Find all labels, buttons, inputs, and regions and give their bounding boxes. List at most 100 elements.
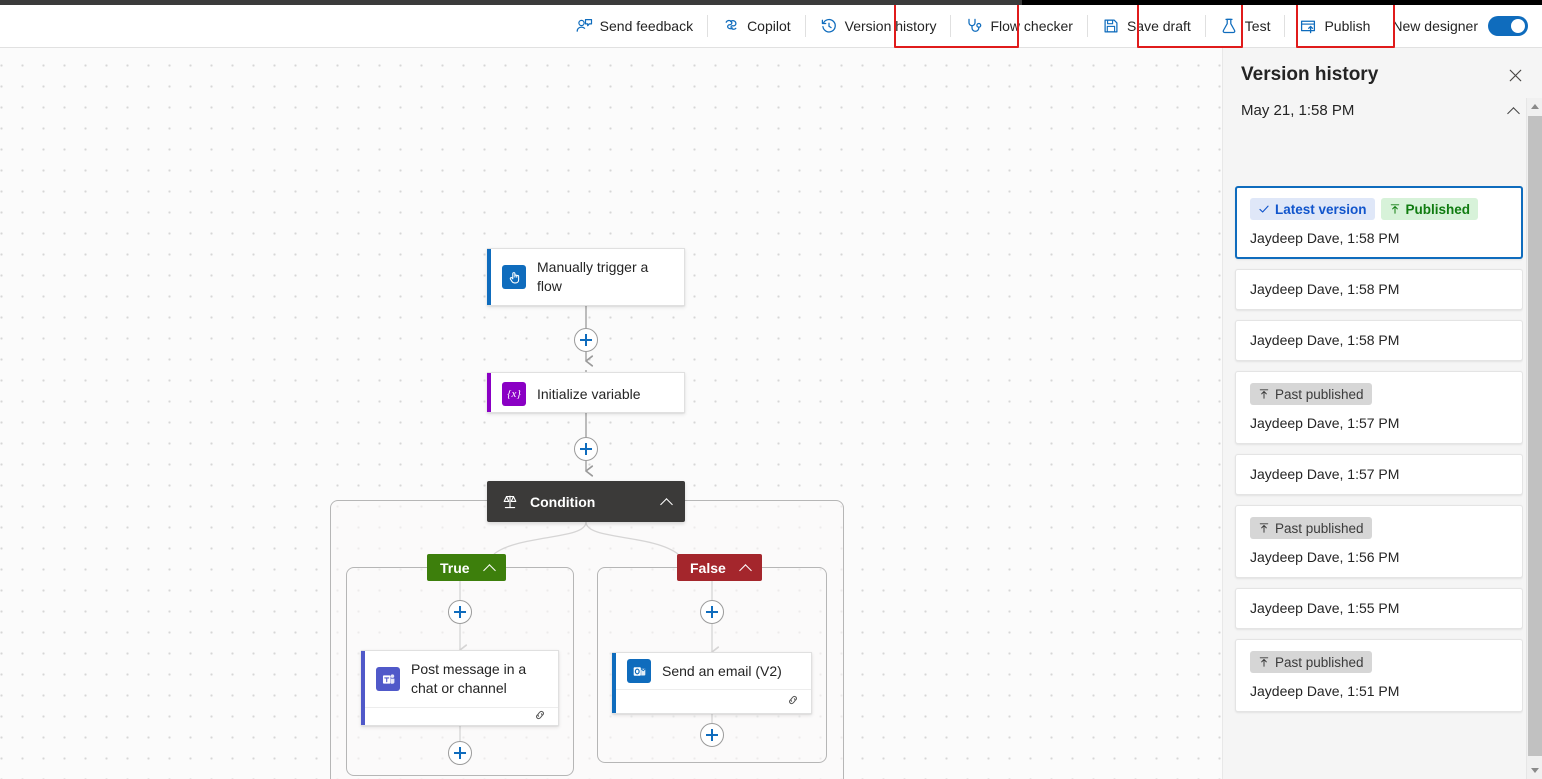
add-step-true-after-button[interactable] <box>448 741 472 765</box>
add-step-false-before-button[interactable] <box>700 600 724 624</box>
add-step-after-initialize-button[interactable] <box>574 437 598 461</box>
node-body: {x} Initialize variable <box>491 373 684 412</box>
send-feedback-button[interactable]: Send feedback <box>566 10 702 42</box>
status-badge-latest: Latest version <box>1250 198 1375 220</box>
version-card[interactable]: Jaydeep Dave, 1:55 PM <box>1235 588 1523 629</box>
node-title: Post message in a chat or channel <box>411 661 527 696</box>
node-body: Post message in a chat or channel <box>365 651 558 725</box>
status-badge-past-published: Past published <box>1250 517 1372 539</box>
flow-node-manual-trigger[interactable]: Manually trigger a flow <box>487 248 685 306</box>
version-history-label: Version history <box>844 18 937 34</box>
panel-title: Version history <box>1241 64 1379 85</box>
status-badge-past-published: Past published <box>1250 383 1372 405</box>
add-step-false-after-button[interactable] <box>700 723 724 747</box>
flow-node-initialize-variable[interactable]: {x} Initialize variable <box>487 372 685 413</box>
version-card[interactable]: Jaydeep Dave, 1:58 PM <box>1235 320 1523 361</box>
new-designer-label: New designer <box>1392 18 1478 34</box>
variable-braces-icon: {x} <box>502 382 526 406</box>
chevron-up-icon[interactable] <box>740 562 752 574</box>
status-badge-label: Latest version <box>1275 201 1367 217</box>
feedback-icon <box>575 17 593 35</box>
node-title: Send an email (V2) <box>662 662 782 679</box>
version-card[interactable]: Jaydeep Dave, 1:58 PM <box>1235 269 1523 310</box>
status-badge-label: Published <box>1405 201 1471 217</box>
version-card[interactable]: Past published Jaydeep Dave, 1:56 PM <box>1235 505 1523 578</box>
copilot-icon <box>722 17 740 35</box>
version-history-button[interactable]: Version history <box>811 10 946 42</box>
link-connection-icon[interactable] <box>786 693 800 710</box>
publish-upload-icon <box>1299 17 1317 35</box>
chevron-up-icon[interactable] <box>661 496 673 508</box>
chevron-up-icon[interactable] <box>1508 105 1520 117</box>
toolbar-divider-6 <box>1284 15 1286 37</box>
checkmark-icon <box>1258 203 1270 215</box>
copilot-button[interactable]: Copilot <box>713 10 800 42</box>
version-badge-row: Past published <box>1250 383 1508 405</box>
scroll-up-arrow-icon[interactable] <box>1527 98 1542 115</box>
save-draft-label: Save draft <box>1126 18 1191 34</box>
scrollbar-thumb[interactable] <box>1528 116 1542 756</box>
node-body: Manually trigger a flow <box>491 249 684 305</box>
stethoscope-icon <box>965 17 983 35</box>
manual-trigger-icon <box>502 265 526 289</box>
node-footer <box>616 689 811 713</box>
status-badge-label: Past published <box>1275 654 1364 670</box>
version-badge-row: Past published <box>1250 517 1508 539</box>
toolbar-divider-5 <box>1204 15 1206 37</box>
upload-arrow-icon <box>1258 656 1270 668</box>
command-bar: Send feedback Copilot Version history Fl… <box>0 5 1542 48</box>
condition-scale-icon <box>501 493 519 511</box>
version-author-time: Jaydeep Dave, 1:58 PM <box>1250 281 1400 297</box>
upload-arrow-icon <box>1258 522 1270 534</box>
version-card[interactable]: Past published Jaydeep Dave, 1:57 PM <box>1235 371 1523 444</box>
condition-title: Condition <box>530 493 596 510</box>
teams-icon <box>376 667 400 691</box>
flow-node-condition[interactable]: Condition <box>487 481 685 522</box>
version-history-panel: Version history May 21, 1:58 PM Latest v… <box>1222 48 1542 779</box>
upload-arrow-icon <box>1258 388 1270 400</box>
node-title: Initialize variable <box>537 385 641 402</box>
node-title: Manually trigger a flow <box>537 259 649 294</box>
flow-graph: Manually trigger a flow {x} Initialize v… <box>0 48 1222 779</box>
version-badge-row: Latest version Published <box>1250 198 1508 220</box>
version-author-time: Jaydeep Dave, 1:58 PM <box>1250 230 1400 246</box>
true-branch-label[interactable]: True <box>427 554 506 581</box>
add-step-true-before-button[interactable] <box>448 600 472 624</box>
version-author-time: Jaydeep Dave, 1:51 PM <box>1250 683 1400 699</box>
toolbar-divider-2 <box>804 15 806 37</box>
panel-header: Version history <box>1223 48 1542 88</box>
flow-node-send-email[interactable]: Send an email (V2) <box>612 652 812 714</box>
false-branch-label[interactable]: False <box>677 554 762 581</box>
version-author-time: Jaydeep Dave, 1:58 PM <box>1250 332 1400 348</box>
flow-checker-button[interactable]: Flow checker <box>956 10 1081 42</box>
version-card[interactable]: Past published Jaydeep Dave, 1:51 PM <box>1235 639 1523 712</box>
new-designer-toggle[interactable] <box>1488 16 1528 36</box>
publish-button[interactable]: Publish <box>1290 10 1379 42</box>
save-draft-button[interactable]: Save draft <box>1093 10 1200 42</box>
add-step-after-trigger-button[interactable] <box>574 328 598 352</box>
node-main: Manually trigger a flow <box>491 249 684 305</box>
version-author-time: Jaydeep Dave, 1:55 PM <box>1250 600 1400 616</box>
publish-label: Publish <box>1324 18 1371 34</box>
flow-node-post-message-teams[interactable]: Post message in a chat or channel <box>361 650 559 726</box>
version-card[interactable]: Latest version Published Jaydeep Dave, 1:5… <box>1235 186 1523 259</box>
flow-designer-canvas[interactable]: Manually trigger a flow {x} Initialize v… <box>0 48 1222 779</box>
flow-checker-label: Flow checker <box>990 18 1073 34</box>
status-badge-label: Past published <box>1275 520 1364 536</box>
flask-icon <box>1220 17 1238 35</box>
close-icon[interactable] <box>1502 62 1528 88</box>
version-group-header[interactable]: May 21, 1:58 PM <box>1223 88 1542 127</box>
send-feedback-label: Send feedback <box>599 18 694 34</box>
node-body: Send an email (V2) <box>616 653 811 713</box>
version-author-time: Jaydeep Dave, 1:57 PM <box>1250 415 1400 431</box>
test-button[interactable]: Test <box>1211 10 1280 42</box>
version-card[interactable]: Jaydeep Dave, 1:57 PM <box>1235 454 1523 495</box>
link-connection-icon[interactable] <box>533 708 547 725</box>
scroll-down-arrow-icon[interactable] <box>1527 762 1542 779</box>
panel-scrollbar[interactable] <box>1526 98 1542 779</box>
toolbar-divider-1 <box>707 15 709 37</box>
chevron-up-icon[interactable] <box>484 562 496 574</box>
version-group-label: May 21, 1:58 PM <box>1241 102 1355 119</box>
status-badge-label: Past published <box>1275 386 1364 402</box>
version-author-time: Jaydeep Dave, 1:56 PM <box>1250 549 1400 565</box>
